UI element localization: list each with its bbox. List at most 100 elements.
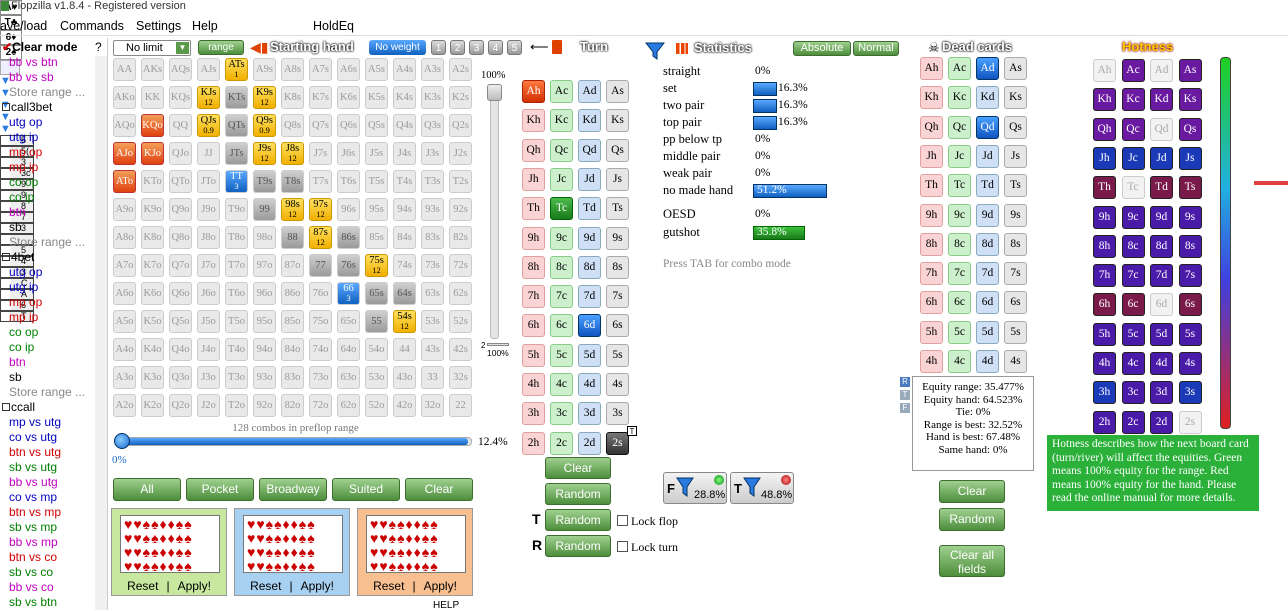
hand-cell[interactable]: AQo [113, 114, 136, 137]
hand-cell[interactable]: A8s [281, 58, 304, 81]
hand-cell[interactable]: 82s [449, 226, 472, 249]
absolute-button[interactable]: Absolute [793, 41, 851, 56]
dead-card-6c[interactable]: 6c [948, 291, 971, 315]
dead-clear-button[interactable]: Clear [939, 480, 1005, 503]
sidebar-item[interactable]: Store range ... [9, 235, 85, 250]
hand-cell[interactable]: T5s [365, 170, 388, 193]
dead-card-qs[interactable]: Qs [1004, 115, 1027, 139]
hand-cell[interactable]: AA [113, 58, 136, 81]
hotness-card-2c[interactable]: 2c [1121, 410, 1145, 434]
hand-cell[interactable]: A5s [365, 58, 388, 81]
hand-cell[interactable]: A6s [337, 58, 360, 81]
hand-cell[interactable]: K6s [337, 86, 360, 109]
hand-cell[interactable]: J6o [197, 282, 220, 305]
hand-cell[interactable]: K2o [141, 394, 164, 417]
hand-cell[interactable]: 77 [309, 254, 332, 277]
hand-cell[interactable]: J7s [309, 142, 332, 165]
hand-cell[interactable]: TT 3 [225, 170, 248, 193]
dead-card-7d[interactable]: 7d [976, 262, 999, 286]
hotness-card-qs[interactable]: Qs [1178, 117, 1202, 141]
hotness-card-jc[interactable]: Jc [1121, 146, 1145, 170]
hotness-card-th[interactable]: Th [1093, 176, 1116, 200]
turn-clear-button[interactable]: Clear [545, 457, 611, 479]
preset-reset-link[interactable]: Reset [250, 579, 281, 593]
weight-vertical-slider[interactable] [490, 84, 499, 339]
all-button[interactable]: All [113, 478, 181, 501]
turn-card-2s[interactable]: 2s [606, 431, 629, 455]
hand-cell[interactable]: T9o [225, 198, 248, 221]
turn-card-9h[interactable]: 9h [522, 226, 545, 250]
clear-range-button[interactable]: Clear [405, 478, 473, 501]
hotness-card-tc[interactable]: Tc [1121, 176, 1145, 200]
hand-cell[interactable]: 75o [309, 310, 332, 333]
hand-cell[interactable]: 55 [365, 310, 388, 333]
hand-cell[interactable]: K9s 12 [253, 86, 276, 109]
hand-cell[interactable]: QJs 0.9 [197, 114, 220, 137]
dead-card-ts[interactable]: Ts [1004, 174, 1027, 198]
dead-card-qh[interactable]: Qh [920, 115, 943, 139]
hand-cell[interactable]: 74o [309, 338, 332, 361]
hotness-card-2d[interactable]: 2d [1150, 410, 1173, 434]
hand-cell[interactable]: K8s [281, 86, 304, 109]
sidebar-item[interactable]: mp ip [9, 160, 38, 175]
turn-random-button[interactable]: Random [545, 483, 611, 505]
dead-card-as[interactable]: As [1004, 57, 1027, 80]
turn-card-qh[interactable]: Qh [522, 138, 545, 162]
hand-cell[interactable]: Q7o [169, 254, 192, 277]
clear-mode-toggle[interactable]: ✔Clear mode [2, 40, 77, 55]
hand-cell[interactable]: J9o [197, 198, 220, 221]
dead-card-js[interactable]: Js [1004, 144, 1027, 168]
hotness-card-as[interactable]: As [1178, 59, 1202, 82]
hand-cell[interactable]: T2o [225, 394, 248, 417]
hand-cell[interactable]: A3s [421, 58, 444, 81]
turn-card-9c[interactable]: 9c [550, 226, 573, 250]
hotness-card-kh[interactable]: Kh [1093, 88, 1116, 112]
turn-card-ts[interactable]: Ts [606, 197, 629, 221]
hotness-card-4h[interactable]: 4h [1093, 352, 1116, 375]
hotness-card-9s[interactable]: 9s [1178, 205, 1202, 229]
hotness-card-6s[interactable]: 6s [1178, 293, 1202, 317]
sidebar-group-header[interactable]: call3bet [2, 100, 52, 115]
hand-cell[interactable]: K5o [141, 310, 164, 333]
hand-cell[interactable]: A6o [113, 282, 136, 305]
preset-reset-link[interactable]: Reset [127, 579, 158, 593]
hand-cell[interactable]: A3o [113, 366, 136, 389]
hand-cell[interactable]: J3s [421, 142, 444, 165]
dead-card-th[interactable]: Th [920, 174, 943, 198]
turn-card-ah[interactable]: Ah [522, 80, 545, 103]
hotness-card-8s[interactable]: 8s [1178, 234, 1202, 258]
sidebar-item[interactable]: sb [9, 370, 22, 385]
dead-card-kh[interactable]: Kh [920, 86, 943, 110]
hotness-card-td[interactable]: Td [1150, 176, 1173, 200]
hand-cell[interactable]: A2s [449, 58, 472, 81]
weight-2-button[interactable]: 2 [450, 40, 465, 55]
hotness-card-8d[interactable]: 8d [1150, 234, 1173, 258]
vslider-thumb[interactable] [487, 84, 502, 101]
hand-cell[interactable]: 43o [393, 366, 416, 389]
hand-cell[interactable]: 84s [393, 226, 416, 249]
hand-cell[interactable]: 96o [253, 282, 276, 305]
hand-cell[interactable]: K4o [141, 338, 164, 361]
hand-cell[interactable]: Q4o [169, 338, 192, 361]
turn-card-td[interactable]: Td [578, 197, 601, 221]
hand-cell[interactable]: A2o [113, 394, 136, 417]
dead-card-td[interactable]: Td [976, 174, 999, 198]
hand-cell[interactable]: T6s [337, 170, 360, 193]
hand-cell[interactable]: T3o [225, 366, 248, 389]
sidebar-group-header[interactable]: ccall [2, 400, 35, 415]
sidebar-item[interactable]: co vs utg [9, 430, 57, 445]
dead-card-7h[interactable]: 7h [920, 262, 943, 286]
turn-card-2d[interactable]: 2d [578, 431, 601, 455]
hand-cell[interactable]: A5o [113, 310, 136, 333]
hand-cell[interactable]: 52o [365, 394, 388, 417]
hotness-card-qd[interactable]: Qd [1150, 117, 1173, 141]
hand-cell[interactable]: 64o [337, 338, 360, 361]
hand-cell[interactable]: J8o [197, 226, 220, 249]
no-weight-button[interactable]: No weight [369, 40, 426, 55]
hotness-card-ks[interactable]: Ks [1178, 88, 1202, 112]
flop-random-button[interactable]: Random [545, 509, 611, 531]
clear-all-fields-button[interactable]: Clear all fields [939, 545, 1005, 577]
hand-cell[interactable]: T3s [421, 170, 444, 193]
lock-turn-checkbox[interactable] [617, 541, 628, 552]
sidebar-item[interactable]: sb [9, 220, 22, 235]
